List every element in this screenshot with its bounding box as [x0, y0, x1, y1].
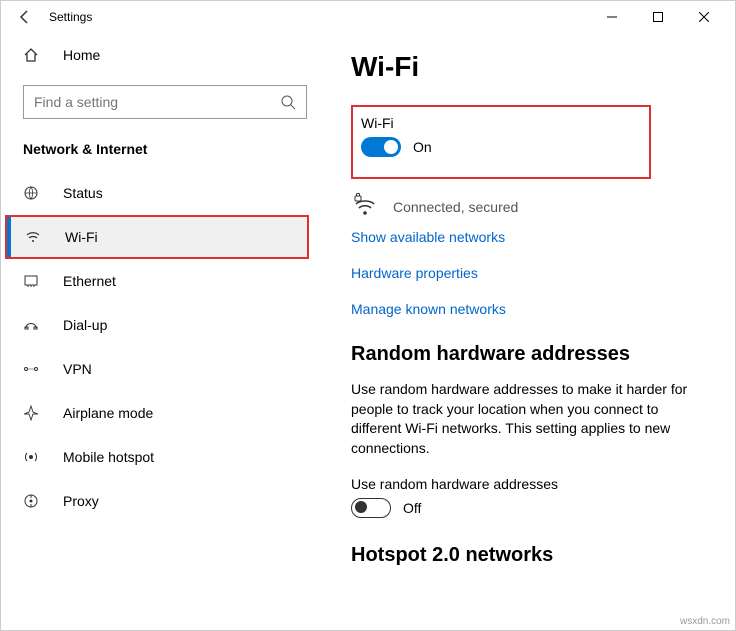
sidebar-item-dialup[interactable]: Dial-up: [5, 303, 323, 347]
home-icon: [23, 47, 43, 63]
sidebar-item-label: Ethernet: [43, 273, 116, 289]
sidebar-item-label: Status: [43, 185, 103, 201]
status-icon: [23, 185, 43, 201]
sidebar-item-label: Wi-Fi: [45, 229, 98, 245]
wifi-toggle[interactable]: [361, 137, 401, 157]
wifi-toggle-state: On: [401, 139, 432, 155]
sidebar-category: Network & Internet: [5, 127, 323, 171]
sidebar-item-home[interactable]: Home: [5, 33, 323, 77]
random-toggle[interactable]: [351, 498, 391, 518]
sidebar-item-vpn[interactable]: VPN: [5, 347, 323, 391]
wifi-secured-icon: [351, 191, 379, 219]
wifi-toggle-label: Wi-Fi: [361, 115, 637, 131]
connection-status-text: Connected, secured: [379, 195, 518, 215]
random-description: Use random hardware addresses to make it…: [351, 380, 691, 458]
dialup-icon: [23, 317, 43, 333]
watermark: wsxdn.com: [680, 616, 730, 627]
sidebar-item-proxy[interactable]: Proxy: [5, 479, 323, 523]
titlebar: Settings: [1, 1, 735, 33]
connection-status-row[interactable]: Connected, secured: [351, 191, 705, 219]
sidebar-item-label: Proxy: [43, 493, 99, 509]
random-heading: Random hardware addresses: [351, 343, 705, 366]
wifi-icon: [25, 229, 45, 245]
sidebar-item-label: Home: [43, 47, 100, 63]
page-title: Wi-Fi: [351, 51, 705, 83]
close-button[interactable]: [681, 1, 727, 33]
random-toggle-label: Use random hardware addresses: [351, 476, 705, 492]
link-show-networks[interactable]: Show available networks: [351, 229, 705, 245]
minimize-button[interactable]: [589, 1, 635, 33]
sidebar-item-status[interactable]: Status: [5, 171, 323, 215]
hotspot-icon: [23, 449, 43, 465]
airplane-icon: [23, 405, 43, 421]
wifi-toggle-section: Wi-Fi On: [351, 105, 651, 179]
proxy-icon: [23, 493, 43, 509]
random-toggle-state: Off: [391, 500, 421, 516]
sidebar-item-label: Dial-up: [43, 317, 107, 333]
ethernet-icon: [23, 273, 43, 289]
back-button[interactable]: [9, 9, 41, 25]
hotspot-heading: Hotspot 2.0 networks: [351, 544, 705, 567]
window-title: Settings: [41, 10, 589, 24]
sidebar-item-ethernet[interactable]: Ethernet: [5, 259, 323, 303]
link-manage-networks[interactable]: Manage known networks: [351, 301, 705, 317]
sidebar-item-label: VPN: [43, 361, 92, 377]
sidebar-item-label: Airplane mode: [43, 405, 153, 421]
search-icon: [280, 94, 296, 110]
link-hardware-properties[interactable]: Hardware properties: [351, 265, 705, 281]
sidebar: Home Network & Internet Status Wi-Fi: [1, 33, 323, 630]
sidebar-item-hotspot[interactable]: Mobile hotspot: [5, 435, 323, 479]
vpn-icon: [23, 361, 43, 377]
search-input[interactable]: [34, 94, 296, 110]
content-pane: Wi-Fi Wi-Fi On Connected, secu: [323, 33, 735, 630]
maximize-button[interactable]: [635, 1, 681, 33]
search-box[interactable]: [23, 85, 307, 119]
sidebar-item-label: Mobile hotspot: [43, 449, 154, 465]
settings-window: Settings Home Network & Internet: [0, 0, 736, 631]
sidebar-item-airplane[interactable]: Airplane mode: [5, 391, 323, 435]
sidebar-item-wifi[interactable]: Wi-Fi: [5, 215, 309, 259]
